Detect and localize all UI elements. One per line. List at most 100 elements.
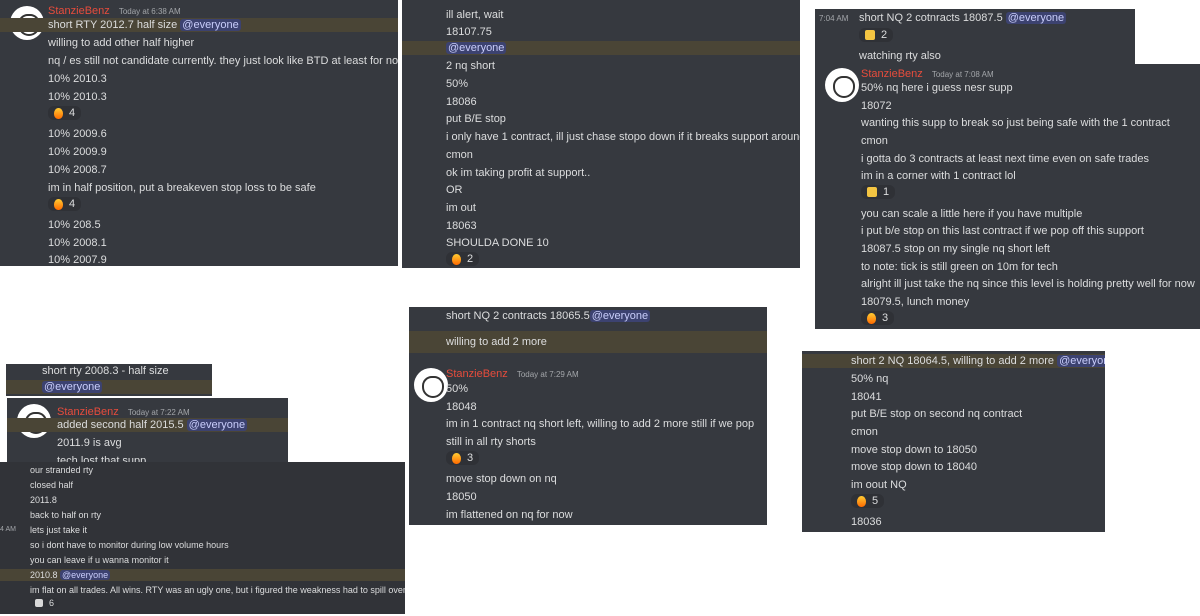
- message-line: 10% 2007.9: [48, 254, 107, 266]
- message-line: 2010.8 @everyone: [0, 569, 405, 581]
- message-line: move stop down on nq: [446, 473, 557, 485]
- thumbs-up-reaction[interactable]: 2: [859, 28, 894, 42]
- message-header: StanzieBenz Today at 6:38 AM: [48, 4, 398, 19]
- fire-icon: [452, 253, 461, 265]
- message-line: im flat on all trades. All wins. RTY was…: [30, 585, 405, 595]
- fire-reaction[interactable]: 3: [861, 311, 895, 325]
- message-line: 18086: [446, 96, 477, 108]
- message-line: 10% 2008.7: [48, 164, 107, 176]
- message-line: 2011.8: [30, 495, 57, 505]
- message-line: short NQ 2 contracts 18065.5 @everyone: [446, 310, 651, 322]
- fire-icon: [54, 107, 63, 119]
- message-line: OR: [446, 184, 463, 196]
- message-line: i put b/e stop on this last contract if …: [861, 225, 1144, 237]
- message-line: SHOULDA DONE 10: [446, 237, 549, 249]
- message-line: short NQ 2 cotnracts 18087.5 @everyone: [859, 12, 1067, 24]
- message-line: im in a corner with 1 contract lol: [861, 170, 1016, 182]
- message-line: still in all rty shorts: [446, 436, 536, 448]
- message-line: you can scale a little here if you have …: [861, 208, 1083, 220]
- everyone-mention[interactable]: @everyone: [589, 310, 651, 322]
- chat-panel-rty-close: our stranded rty closed half 2011.8 back…: [0, 462, 405, 614]
- fire-reaction[interactable]: 2: [446, 252, 480, 266]
- reaction-count: 2: [467, 253, 474, 265]
- goat-reaction[interactable]: 6: [30, 598, 60, 608]
- author-name[interactable]: StanzieBenz: [57, 406, 119, 418]
- message-header: StanzieBenz Today at 7:08 AM: [861, 67, 1200, 82]
- author-avatar[interactable]: [414, 368, 448, 402]
- timestamp: Today at 7:08 AM: [931, 70, 994, 79]
- message-line: willing to add 2 more: [409, 331, 767, 353]
- chat-panel-rty-short: short rty 2008.3 - half size @everyone: [6, 364, 212, 396]
- message-line: cmon: [446, 149, 473, 161]
- message-line: short rty 2008.3 - half size: [42, 365, 169, 377]
- message-line: 18050: [446, 491, 477, 503]
- timestamp: Today at 7:29 AM: [516, 370, 579, 379]
- message-line: wanting this supp to break so just being…: [861, 117, 1170, 129]
- fire-icon: [452, 452, 461, 464]
- message-line: 18063: [446, 220, 477, 232]
- fire-icon: [867, 312, 876, 324]
- author-avatar[interactable]: [825, 68, 859, 102]
- message-line: short 2 NQ 18064.5, willing to add 2 mor…: [802, 354, 1105, 368]
- message-line: 18036: [851, 516, 882, 528]
- message-line: 50% nq here i guess nesr supp: [861, 82, 1013, 94]
- everyone-mention[interactable]: @everyone: [180, 19, 241, 31]
- message-line: im flattened on nq for now: [446, 509, 573, 521]
- author-name[interactable]: StanzieBenz: [861, 68, 923, 80]
- author-name[interactable]: StanzieBenz: [48, 5, 110, 17]
- thumbs-up-reaction[interactable]: 1: [861, 185, 896, 199]
- fire-reaction[interactable]: 4: [48, 197, 82, 211]
- message-line: 18107.75: [446, 26, 492, 38]
- reaction-count: 3: [882, 312, 889, 324]
- message-line: 10% 208.5: [48, 219, 101, 231]
- everyone-mention[interactable]: @everyone: [60, 570, 111, 580]
- fire-reaction[interactable]: 3: [446, 451, 480, 465]
- message-line: @everyone: [402, 41, 800, 55]
- message-line: 18087.5 stop on my single nq short left: [861, 243, 1050, 255]
- timestamp: Today at 6:38 AM: [118, 7, 181, 16]
- message-line: closed half: [30, 480, 74, 490]
- message-line: move stop down to 18050: [851, 444, 977, 456]
- chat-panel-rty-add: StanzieBenz Today at 7:22 AM added secon…: [7, 398, 288, 463]
- reaction-count: 3: [467, 452, 474, 464]
- reaction-count: 2: [881, 29, 888, 41]
- message-line: put B/E stop on second nq contract: [851, 408, 1023, 420]
- message-line: cmon: [851, 426, 878, 438]
- message-line: our stranded rty: [30, 465, 94, 475]
- fire-reaction[interactable]: 4: [48, 106, 82, 120]
- message-line: 2011.9 is avg: [57, 437, 122, 449]
- message-line: move stop down to 18040: [851, 461, 977, 473]
- message-line: 10% 2008.1: [48, 237, 107, 249]
- message-line: i gotta do 3 contracts at least next tim…: [861, 153, 1149, 165]
- everyone-mention[interactable]: @everyone: [1057, 355, 1105, 367]
- fire-reaction[interactable]: 5: [851, 494, 885, 508]
- fire-icon: [54, 198, 63, 210]
- everyone-mention[interactable]: @everyone: [42, 381, 103, 393]
- message-line: @everyone: [6, 380, 212, 394]
- message-line: im in 1 contract nq short left, willing …: [446, 418, 755, 430]
- chat-panel-nq-second-short: short 2 NQ 18064.5, willing to add 2 mor…: [802, 351, 1105, 532]
- thumbs-up-icon: [865, 30, 875, 40]
- everyone-mention[interactable]: @everyone: [446, 42, 507, 54]
- message-line: willing to add other half higher: [48, 37, 195, 49]
- thumbs-up-icon: [867, 187, 877, 197]
- message-line: cmon: [861, 135, 888, 147]
- message-line: alright ill just take the nq since this …: [861, 278, 1195, 290]
- timestamp: Today at 7:22 AM: [127, 408, 190, 417]
- message-line: 18048: [446, 401, 477, 413]
- message-line: i only have 1 contract, ill just chase s…: [446, 131, 800, 143]
- reaction-count: 5: [872, 495, 879, 507]
- reaction-count: 1: [883, 186, 890, 198]
- message-line: 10% 2010.3: [48, 73, 107, 85]
- author-name[interactable]: StanzieBenz: [446, 368, 508, 380]
- message-line: ill alert, wait: [446, 9, 504, 21]
- everyone-mention[interactable]: @everyone: [186, 419, 248, 431]
- message-line: im out: [446, 202, 476, 214]
- message-line: added second half 2015.5 @everyone: [7, 418, 288, 432]
- everyone-mention[interactable]: @everyone: [1005, 12, 1067, 24]
- message-line: 18079.5, lunch money: [861, 296, 970, 308]
- fire-icon: [857, 495, 866, 507]
- chat-panel-rty-morning: StanzieBenz Today at 6:38 AM short RTY 2…: [0, 0, 398, 266]
- message-line: 18041: [851, 391, 882, 403]
- message-line: 10% 2009.9: [48, 146, 107, 158]
